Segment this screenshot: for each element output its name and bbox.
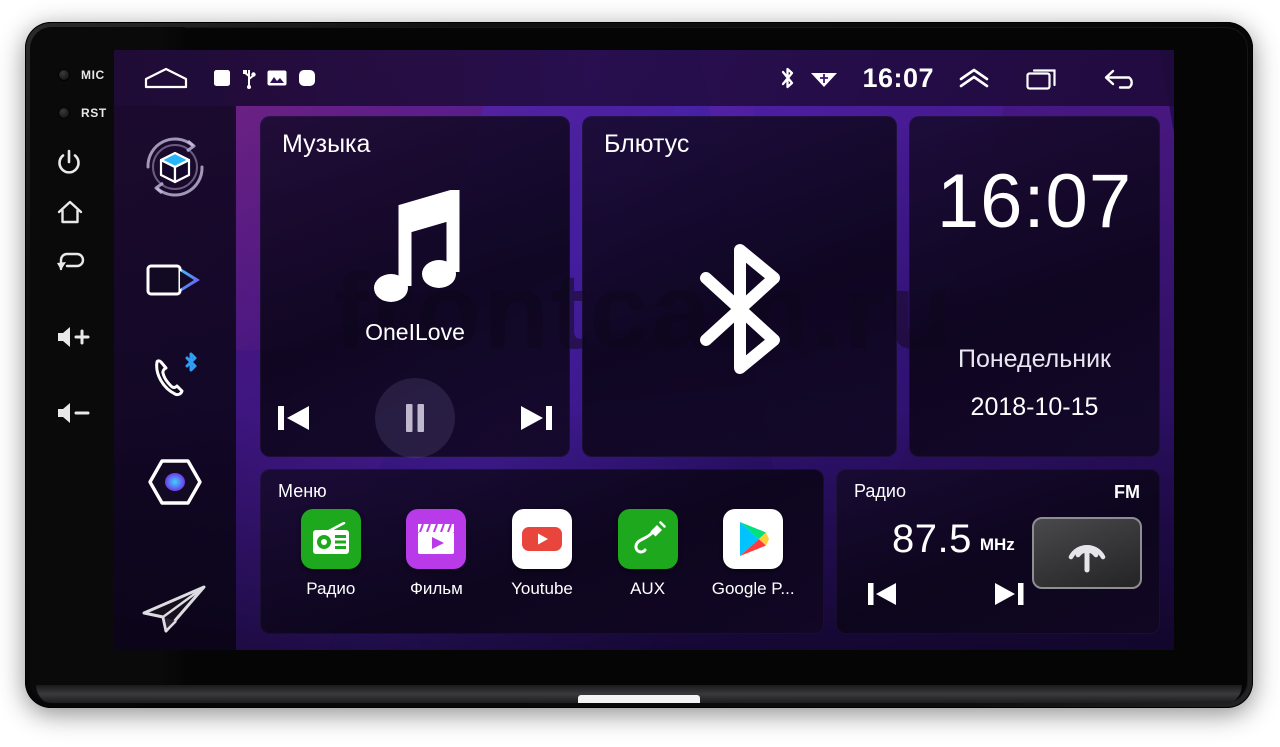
bluetooth-icon xyxy=(779,65,796,91)
mic-hole xyxy=(58,69,70,81)
app-aux-label: AUX xyxy=(630,579,666,599)
radio-app-icon xyxy=(300,509,361,570)
clock-widget[interactable]: 16:07 Понедельник 2018-10-15 xyxy=(909,116,1160,458)
head-unit-device: MIC RST 16:07 Музыка OneILove Блютус 16:… xyxy=(25,22,1253,708)
volume-up-icon xyxy=(56,325,92,349)
app-radio-label: Радио xyxy=(306,579,356,599)
radio-prev-button[interactable] xyxy=(866,579,900,609)
volume-down-icon xyxy=(56,401,92,425)
widget-row-top: Музыка OneILove Блютус 16:07 Понедельник… xyxy=(260,116,1160,458)
bluetooth-large-icon xyxy=(680,234,800,389)
app-radio[interactable]: Радио xyxy=(278,509,384,599)
home-icon xyxy=(56,199,84,225)
bluetooth-phone-icon xyxy=(145,352,205,409)
menu-app-list: Радио Фильм Youtube AUX Google P... xyxy=(278,509,806,599)
power-icon xyxy=(56,149,82,177)
status-bar-left xyxy=(114,66,316,90)
music-note-icon xyxy=(361,187,469,323)
video-icon xyxy=(144,257,206,308)
youtube-app-icon xyxy=(511,509,572,570)
music-transport-controls xyxy=(260,378,570,458)
radio-frequency-display: 87.5 MHz xyxy=(892,517,1015,562)
aux-app-icon xyxy=(617,509,678,570)
square-icon xyxy=(213,69,231,87)
rounded-square-icon xyxy=(298,69,316,87)
usb-icon xyxy=(242,67,256,89)
movie-app-icon xyxy=(406,509,467,570)
widget-grid: Музыка OneILove Блютус 16:07 Понедельник… xyxy=(236,106,1174,650)
navigation-shortcut[interactable] xyxy=(138,579,212,648)
music-play-pause-button[interactable] xyxy=(375,378,455,458)
sidebar-item-bluetooth-phone[interactable] xyxy=(145,352,205,409)
reset-hole[interactable] xyxy=(58,107,70,119)
app-youtube-label: Youtube xyxy=(511,579,573,599)
status-bar: 16:07 xyxy=(114,50,1174,106)
cube-apps-icon xyxy=(132,124,218,215)
widget-row-bottom: Меню Радио Фильм Youtube AUX Google P...… xyxy=(260,469,1160,634)
mic-label: MIC xyxy=(81,68,105,82)
music-next-button[interactable] xyxy=(517,401,555,435)
radio-transport-controls xyxy=(866,579,1026,609)
app-aux[interactable]: AUX xyxy=(595,509,701,599)
music-widget[interactable]: Музыка OneILove xyxy=(260,116,570,458)
menu-widget: Меню Радио Фильм Youtube AUX Google P... xyxy=(260,469,824,634)
radio-widget-title: Радио xyxy=(854,481,906,502)
google-play-app-icon xyxy=(723,509,784,570)
app-rail xyxy=(114,106,236,650)
reset-label: RST xyxy=(81,106,107,120)
recent-apps-icon[interactable] xyxy=(1026,65,1062,91)
clock-time: 16:07 xyxy=(936,159,1133,244)
wifi-icon xyxy=(810,66,838,90)
radio-widget[interactable]: Радио FM 87.5 MHz xyxy=(836,469,1160,634)
app-movie-label: Фильм xyxy=(409,579,463,599)
device-front-panel: MIC RST 16:07 Музыка OneILove Блютус 16:… xyxy=(30,27,1248,703)
sidebar-item-video[interactable] xyxy=(144,257,206,308)
music-prev-button[interactable] xyxy=(275,401,313,435)
music-track-name: OneILove xyxy=(365,319,465,345)
image-icon xyxy=(267,70,287,86)
music-widget-title: Музыка xyxy=(282,130,371,158)
app-youtube[interactable]: Youtube xyxy=(489,509,595,599)
home-outline-icon[interactable] xyxy=(144,66,188,90)
back-icon xyxy=(56,251,86,277)
app-google-play-label: Google P... xyxy=(711,579,795,599)
clock-date: 2018-10-15 xyxy=(970,393,1099,421)
app-movie[interactable]: Фильм xyxy=(384,509,490,599)
chevron-up-icon[interactable] xyxy=(958,67,990,89)
radio-frequency-value: 87.5 xyxy=(892,517,972,562)
status-bar-time: 16:07 xyxy=(862,62,934,93)
hexagon-settings-icon xyxy=(144,455,206,514)
antenna-broadcast-icon xyxy=(1061,526,1113,581)
app-google-play[interactable]: Google P... xyxy=(700,509,806,599)
sidebar-item-apps[interactable] xyxy=(132,124,218,215)
bluetooth-widget[interactable]: Блютус xyxy=(582,116,897,458)
touchscreen[interactable]: frontcam.ru xyxy=(114,50,1174,650)
radio-antenna-button[interactable] xyxy=(1032,517,1142,590)
sidebar-item-settings[interactable] xyxy=(144,455,206,514)
clock-weekday: Понедельник xyxy=(957,345,1111,373)
status-bar-right: 16:07 xyxy=(779,63,1174,94)
paper-plane-icon xyxy=(138,579,212,648)
bluetooth-widget-title: Блютус xyxy=(604,130,690,158)
radio-next-button[interactable] xyxy=(992,579,1026,609)
radio-band-label: FM xyxy=(1114,482,1140,503)
menu-widget-title: Меню xyxy=(278,481,327,502)
radio-frequency-unit: MHz xyxy=(979,535,1015,555)
back-arrow-icon[interactable] xyxy=(1102,66,1140,90)
device-bottom-notch xyxy=(578,695,700,703)
